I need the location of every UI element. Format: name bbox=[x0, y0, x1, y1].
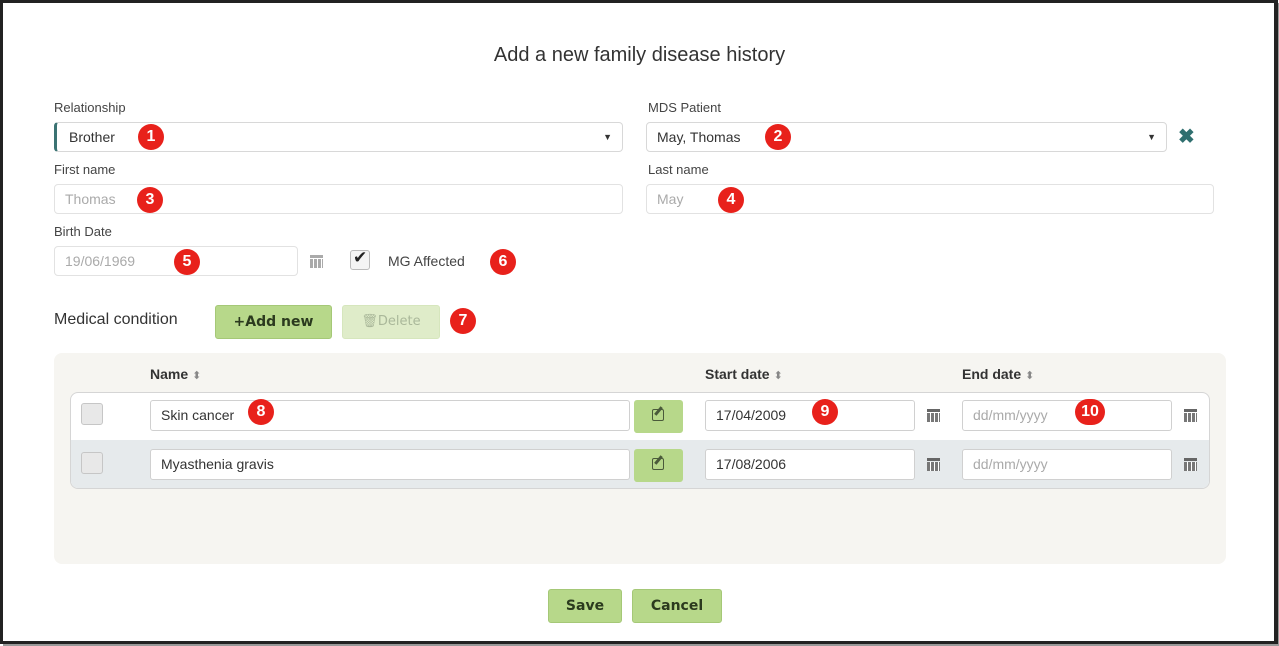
delete-button[interactable]: 🗑Delete bbox=[342, 305, 440, 339]
medical-condition-label: Medical condition bbox=[54, 311, 178, 328]
cancel-button[interactable]: Cancel bbox=[632, 589, 722, 623]
annotation-badge-5: 5 bbox=[174, 249, 200, 275]
column-header-end-date-label: End date bbox=[962, 366, 1022, 382]
edit-button[interactable] bbox=[634, 449, 683, 482]
add-new-button[interactable]: +Add new bbox=[215, 305, 332, 339]
condition-name-field[interactable]: Myasthenia gravis bbox=[150, 449, 630, 480]
end-date-field[interactable]: dd/mm/yyyy bbox=[962, 400, 1172, 431]
dialog-title: Add a new family disease history bbox=[493, 44, 786, 66]
column-header-end-date[interactable]: End date ⬍ bbox=[962, 366, 1034, 382]
calendar-icon[interactable] bbox=[927, 458, 940, 471]
edit-icon bbox=[652, 409, 664, 421]
annotation-badge-6: 6 bbox=[490, 249, 516, 275]
start-date-field[interactable]: 17/08/2006 bbox=[705, 449, 915, 480]
calendar-icon[interactable] bbox=[1184, 409, 1197, 422]
calendar-icon[interactable] bbox=[310, 255, 323, 268]
row-checkbox[interactable] bbox=[81, 403, 103, 425]
annotation-badge-7: 7 bbox=[450, 308, 476, 334]
last-name-label: Last name bbox=[648, 162, 709, 177]
annotation-badge-1: 1 bbox=[138, 124, 164, 150]
annotation-badge-8: 8 bbox=[248, 399, 274, 425]
chevron-down-icon: ▼ bbox=[603, 132, 612, 142]
row-checkbox[interactable] bbox=[81, 452, 103, 474]
birth-date-label: Birth Date bbox=[54, 224, 112, 239]
start-date-field[interactable]: 17/04/2009 bbox=[705, 400, 915, 431]
annotation-badge-2: 2 bbox=[765, 124, 791, 150]
relationship-value: Brother bbox=[69, 129, 115, 145]
end-date-field[interactable]: dd/mm/yyyy bbox=[962, 449, 1172, 480]
last-name-value: May bbox=[657, 191, 684, 207]
end-date-placeholder: dd/mm/yyyy bbox=[973, 407, 1048, 423]
relationship-label: Relationship bbox=[54, 100, 126, 115]
start-date-value: 17/08/2006 bbox=[716, 456, 787, 472]
column-header-name[interactable]: Name ⬍ bbox=[150, 366, 201, 382]
calendar-icon[interactable] bbox=[1184, 458, 1197, 471]
end-date-placeholder: dd/mm/yyyy bbox=[973, 456, 1048, 472]
annotation-badge-4: 4 bbox=[718, 187, 744, 213]
column-header-start-date-label: Start date bbox=[705, 366, 770, 382]
mds-patient-select[interactable]: May, Thomas ▼ bbox=[646, 122, 1167, 152]
checkmark-icon: ✔ bbox=[353, 248, 368, 267]
chevron-down-icon: ▼ bbox=[1147, 132, 1156, 142]
first-name-label: First name bbox=[54, 162, 116, 177]
calendar-icon[interactable] bbox=[927, 409, 940, 422]
condition-name-field[interactable]: Skin cancer bbox=[150, 400, 630, 431]
mds-patient-value: May, Thomas bbox=[657, 129, 741, 145]
sort-icon: ⬍ bbox=[192, 370, 202, 382]
annotation-badge-9: 9 bbox=[812, 399, 838, 425]
edit-icon bbox=[652, 458, 664, 470]
close-icon[interactable]: ✖ bbox=[1178, 124, 1195, 149]
mg-affected-checkbox[interactable]: ✔ bbox=[350, 248, 370, 270]
sort-icon: ⬍ bbox=[773, 370, 783, 382]
condition-name-value: Skin cancer bbox=[161, 407, 235, 423]
first-name-value: Thomas bbox=[65, 191, 116, 207]
mg-affected-label: MG Affected bbox=[388, 253, 465, 269]
sort-icon: ⬍ bbox=[1025, 370, 1035, 382]
medical-condition-table: Skin cancer 17/04/2009 dd/mm/yyyy Myasth… bbox=[70, 392, 1210, 489]
annotation-badge-3: 3 bbox=[137, 187, 163, 213]
condition-name-value: Myasthenia gravis bbox=[161, 456, 274, 472]
edit-button[interactable] bbox=[634, 400, 683, 433]
column-header-start-date[interactable]: Start date ⬍ bbox=[705, 366, 783, 382]
birth-date-value: 19/06/1969 bbox=[65, 253, 136, 269]
column-header-name-label: Name bbox=[150, 366, 189, 382]
mds-patient-label: MDS Patient bbox=[648, 100, 721, 115]
annotation-badge-10: 10 bbox=[1075, 399, 1105, 425]
save-button[interactable]: Save bbox=[548, 589, 622, 623]
start-date-value: 17/04/2009 bbox=[716, 407, 787, 423]
